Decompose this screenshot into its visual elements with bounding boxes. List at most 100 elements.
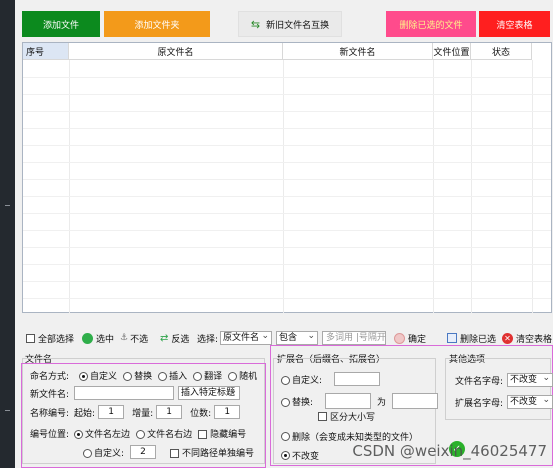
taskbar-marker	[5, 205, 10, 206]
mode-random-radio[interactable]: 随机	[228, 369, 257, 382]
grid-row-line	[23, 128, 551, 129]
custom-position-input[interactable]: 2	[130, 445, 157, 459]
app-window: 添加文件 添加文件夹 ⇆ 新旧文件名互换 删除已选的文件 清空表格 序号 原文件…	[15, 0, 553, 468]
hide-number-checkbox[interactable]: 隐藏编号	[198, 427, 246, 440]
column-header-location[interactable]: 文件位置	[433, 43, 471, 60]
separate-paths-checkbox[interactable]: 不同路径单独编号	[170, 446, 254, 459]
field-select-value: 原文件名	[220, 330, 272, 345]
numbering-label: 名称编号:	[30, 408, 70, 419]
delete-selected-button[interactable]: 删除已选	[447, 332, 496, 345]
match-select[interactable]: 包含	[276, 330, 318, 345]
add-file-button[interactable]: 添加文件	[22, 11, 100, 37]
mode-custom-radio[interactable]: 自定义	[79, 369, 117, 382]
checkbox-box	[198, 430, 208, 439]
other-options-group	[445, 358, 551, 420]
clear-table-small-button[interactable]: ✕ 清空表格	[502, 332, 552, 345]
os-left-taskbar	[0, 0, 15, 468]
checkbox-box	[26, 333, 35, 343]
ext-replace-to-input[interactable]	[392, 393, 439, 409]
checkbox-box	[170, 448, 180, 458]
position-label: 编号位置:	[30, 430, 70, 440]
checkbox-box	[318, 412, 327, 421]
mode-custom-label: 自定义	[90, 372, 118, 382]
taskbar-marker	[5, 410, 10, 411]
digits-input[interactable]: 1	[214, 405, 241, 419]
ext-custom-radio[interactable]: 自定义:	[281, 373, 322, 386]
confirm-filter-button[interactable]: 确定	[394, 332, 426, 345]
column-header-original-name[interactable]: 原文件名	[69, 43, 283, 60]
grid-row-line	[23, 247, 551, 248]
ext-replace-radio[interactable]: 替换:	[281, 395, 313, 408]
grid-divider	[69, 60, 70, 313]
pos-right-radio[interactable]: 文件名右边	[136, 427, 192, 440]
radio-dot	[136, 430, 146, 439]
invert-selection-button[interactable]: ⇄ 反选	[160, 332, 189, 345]
clear-table-button[interactable]: 清空表格	[479, 11, 550, 37]
column-header-index[interactable]: 序号	[23, 43, 69, 60]
pos-left-radio[interactable]: 文件名左边	[74, 427, 130, 440]
watermark-text: CSDN @weixin_46025477	[352, 442, 547, 460]
choose-label: 选择:	[197, 334, 219, 345]
radio-dot	[74, 430, 84, 439]
digits-label: 位数:	[190, 408, 212, 419]
deselect-button[interactable]: ⚓ 不选	[120, 332, 148, 345]
ext-case-select[interactable]: 不改变	[507, 394, 553, 409]
radio-dot	[281, 397, 290, 407]
custom-position-row: 自定义: 2 不同路径单独编号	[83, 445, 254, 459]
deselect-label: 不选	[130, 334, 149, 345]
column-header-status[interactable]: 状态	[471, 43, 532, 60]
pos-left-label: 文件名左边	[85, 430, 131, 440]
select-all-label: 全部选择	[38, 334, 75, 345]
ext-custom-label: 自定义:	[292, 375, 323, 386]
mode-insert-radio[interactable]: 插入	[158, 369, 187, 382]
file-table[interactable]: 序号 原文件名 新文件名 文件位置 状态	[22, 42, 552, 313]
ext-custom-row: 自定义:	[281, 372, 381, 386]
radio-dot	[123, 372, 133, 381]
mode-replace-radio[interactable]: 替换	[123, 369, 152, 382]
field-select[interactable]: 原文件名	[220, 330, 272, 345]
select-all-checkbox[interactable]: 全部选择	[26, 332, 74, 345]
ext-case-row: 扩展名字母: 不改变	[455, 394, 553, 409]
delete-selected-files-button[interactable]: 删除已选的文件	[386, 11, 476, 37]
new-name-input[interactable]	[74, 386, 175, 400]
pos-custom-radio[interactable]: 自定义:	[83, 446, 124, 459]
radio-dot	[281, 375, 290, 385]
swap-icon: ⇆	[250, 17, 261, 31]
radio-dot	[193, 372, 203, 381]
check-circle-icon	[82, 332, 93, 344]
invert-label: 反选	[171, 334, 190, 345]
filename-case-select[interactable]: 不改变	[507, 372, 553, 387]
radio-dot	[228, 372, 238, 381]
add-folder-button[interactable]: 添加文件夹	[104, 11, 210, 37]
grid-row-line	[23, 196, 551, 197]
grid-row-line	[23, 162, 551, 163]
select-label: 选中	[96, 334, 115, 345]
radio-dot	[281, 451, 290, 460]
start-input[interactable]: 1	[98, 405, 125, 419]
keyword-input[interactable]: 多词用 |号隔开	[322, 331, 386, 345]
hide-number-label: 隐藏编号	[210, 430, 247, 440]
ext-case-label: 扩展名字母:	[455, 398, 504, 409]
grid-row-line	[23, 111, 551, 112]
ext-custom-input[interactable]	[334, 372, 381, 386]
numbering-row: 名称编号: 起始: 1 增量: 1 位数: 1	[30, 405, 241, 419]
delete-selected-label: 删除已选	[460, 334, 497, 345]
grid-row-line	[23, 145, 551, 146]
ext-as-label: 为	[377, 397, 387, 408]
table-header: 序号 原文件名 新文件名 文件位置 状态	[23, 43, 551, 60]
select-button[interactable]: 选中	[82, 332, 114, 345]
insert-tag-select[interactable]: 插入特定标题	[178, 385, 241, 400]
case-sensitive-checkbox[interactable]: 区分大小写	[318, 410, 375, 423]
filename-case-label: 文件名字母:	[455, 376, 504, 387]
ext-no-change-radio[interactable]: 不改变	[281, 449, 319, 462]
mode-random-label: 随机	[239, 372, 258, 382]
close-circle-icon: ✕	[502, 332, 513, 344]
ext-replace-from-input[interactable]	[325, 393, 372, 409]
step-input[interactable]: 1	[156, 405, 183, 419]
position-row: 编号位置: 文件名左边 文件名右边 隐藏编号	[30, 427, 246, 440]
swap-names-button[interactable]: ⇆ 新旧文件名互换	[238, 11, 342, 37]
confirm-label: 确定	[408, 334, 427, 345]
mode-translate-radio[interactable]: 翻译	[193, 369, 222, 382]
column-header-new-name[interactable]: 新文件名	[283, 43, 433, 60]
grid-row-line	[23, 281, 551, 282]
